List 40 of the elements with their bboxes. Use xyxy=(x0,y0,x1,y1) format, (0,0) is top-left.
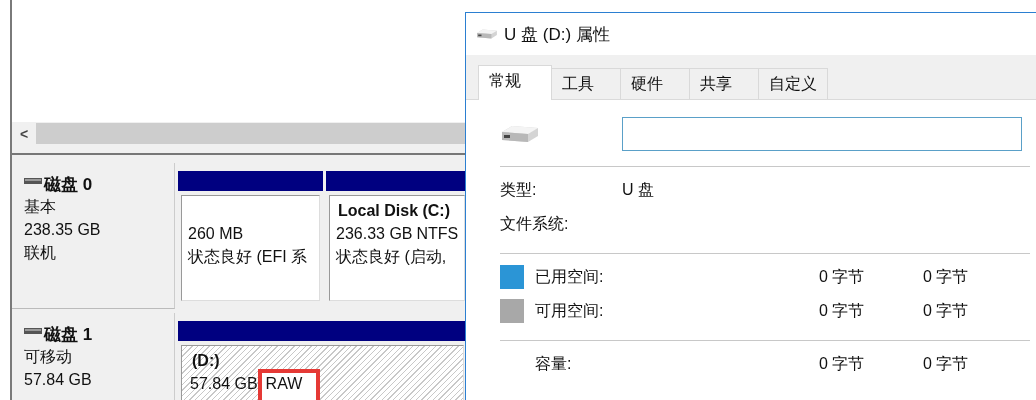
space-size: 0 字节 xyxy=(923,300,970,321)
window-title: U 盘 (D:) 属性 xyxy=(504,23,610,46)
capacity-size: 0 字节 xyxy=(923,353,970,374)
space-bytes: 0 字节 xyxy=(819,266,866,287)
scroll-left-arrow[interactable]: < xyxy=(12,125,36,142)
disk-status: 联机 xyxy=(24,243,57,263)
field-value: U 盘 xyxy=(622,179,654,200)
field-label: 类型: xyxy=(500,179,538,200)
drive-icon xyxy=(476,28,498,40)
capacity-bytes: 0 字节 xyxy=(819,353,866,374)
capacity-label: 容量: xyxy=(535,353,573,374)
disk-name: 磁盘 1 xyxy=(44,323,93,346)
file-system: RAW xyxy=(257,369,321,400)
partition-label: (D:) xyxy=(191,351,221,371)
disk-type: 基本 xyxy=(24,197,57,217)
space-label: 可用空间: xyxy=(535,300,605,321)
partition-size: 57.84 GB xyxy=(190,375,258,392)
disk-size: 238.35 GB xyxy=(24,220,102,240)
partition-status: 状态良好 (EFI 系 xyxy=(188,247,309,267)
tab[interactable]: 自定义 xyxy=(758,68,828,99)
disk-icon xyxy=(24,328,42,334)
disk-name: 磁盘 0 xyxy=(44,173,93,196)
scrollbar-thumb[interactable] xyxy=(36,123,467,144)
partition-label: Local Disk (C:) xyxy=(337,201,451,221)
space-label: 已用空间: xyxy=(535,266,605,287)
drive-icon xyxy=(500,123,540,145)
disk-icon xyxy=(24,178,42,184)
partition-block[interactable]: (D:) 57.84 GB RAW xyxy=(178,321,467,400)
file-system: NTFS xyxy=(416,225,459,242)
partition-size: 260 MB xyxy=(188,225,244,242)
disk-info-panel[interactable]: 磁盘 0 基本 238.35 GB 联机 xyxy=(12,163,175,309)
disk-type: 可移动 xyxy=(24,347,73,367)
field-label: 文件系统: xyxy=(500,213,570,234)
name-field[interactable] xyxy=(622,117,1022,151)
space-size: 0 字节 xyxy=(923,266,970,287)
partition-size: 236.33 GB xyxy=(336,225,413,242)
disk-size: 57.84 GB xyxy=(24,370,93,390)
partition-status: 状态良好 (启动, xyxy=(336,247,448,267)
space-bytes: 0 字节 xyxy=(819,300,866,321)
tab[interactable]: 常规 xyxy=(478,65,552,100)
